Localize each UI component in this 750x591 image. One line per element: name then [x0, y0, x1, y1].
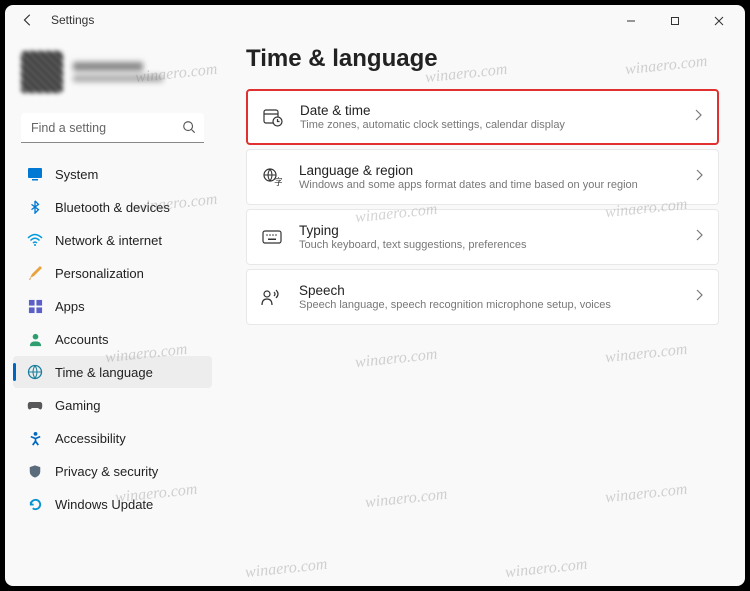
- sidebar-item-gaming[interactable]: Gaming: [13, 389, 212, 421]
- search-input[interactable]: [21, 113, 204, 143]
- sidebar-item-accounts[interactable]: Accounts: [13, 323, 212, 355]
- card-subtitle: Windows and some apps format dates and t…: [299, 179, 694, 191]
- sidebar-item-privacy[interactable]: Privacy & security: [13, 455, 212, 487]
- sidebar-item-network[interactable]: Network & internet: [13, 224, 212, 256]
- sidebar-item-bluetooth[interactable]: Bluetooth & devices: [13, 191, 212, 223]
- card-subtitle: Touch keyboard, text suggestions, prefer…: [299, 239, 694, 251]
- sidebar-item-label: Accounts: [55, 332, 108, 347]
- display-icon: [27, 166, 43, 182]
- calendar-clock-icon: [262, 106, 284, 128]
- main-content: Time & language Date & time Time zones, …: [220, 37, 745, 586]
- maximize-icon: [670, 16, 680, 26]
- chevron-right-icon: [694, 168, 704, 186]
- sidebar-item-label: Time & language: [55, 365, 153, 380]
- sidebar-item-label: Gaming: [55, 398, 101, 413]
- chevron-right-icon: [694, 288, 704, 306]
- card-title: Language & region: [299, 163, 694, 178]
- minimize-button[interactable]: [609, 7, 653, 35]
- wifi-icon: [27, 232, 43, 248]
- sidebar-item-label: Privacy & security: [55, 464, 158, 479]
- nav-list: System Bluetooth & devices Network & int…: [9, 157, 216, 521]
- apps-icon: [27, 298, 43, 314]
- titlebar: [5, 5, 745, 37]
- close-icon: [714, 16, 724, 26]
- svg-text:字: 字: [274, 176, 282, 187]
- card-typing[interactable]: Typing Touch keyboard, text suggestions,…: [246, 209, 719, 265]
- globe-clock-icon: [27, 364, 43, 380]
- sidebar-item-label: Bluetooth & devices: [55, 200, 170, 215]
- paintbrush-icon: [27, 265, 43, 281]
- maximize-button[interactable]: [653, 7, 697, 35]
- card-speech[interactable]: Speech Speech language, speech recogniti…: [246, 269, 719, 325]
- sidebar-item-label: Apps: [55, 299, 85, 314]
- back-button[interactable]: [19, 11, 37, 29]
- profile-block[interactable]: [9, 45, 216, 105]
- keyboard-icon: [261, 226, 283, 248]
- close-button[interactable]: [697, 7, 741, 35]
- accessibility-icon: [27, 430, 43, 446]
- card-title: Date & time: [300, 103, 693, 118]
- arrow-left-icon: [21, 13, 35, 27]
- card-subtitle: Time zones, automatic clock settings, ca…: [300, 119, 693, 131]
- card-date-time[interactable]: Date & time Time zones, automatic clock …: [246, 89, 719, 145]
- sidebar-item-label: Accessibility: [55, 431, 126, 446]
- sidebar-item-time-language[interactable]: Time & language: [13, 356, 212, 388]
- profile-text: [73, 62, 163, 82]
- sidebar: System Bluetooth & devices Network & int…: [5, 37, 220, 586]
- sidebar-item-label: Windows Update: [55, 497, 153, 512]
- page-title: Time & language: [246, 45, 719, 73]
- avatar: [21, 51, 63, 93]
- globe-char-icon: 字: [261, 166, 283, 188]
- speech-icon: [261, 286, 283, 308]
- app-title: Settings: [51, 13, 94, 27]
- sidebar-item-label: Network & internet: [55, 233, 162, 248]
- sidebar-item-windows-update[interactable]: Windows Update: [13, 488, 212, 520]
- chevron-right-icon: [693, 108, 703, 126]
- sidebar-item-accessibility[interactable]: Accessibility: [13, 422, 212, 454]
- card-title: Speech: [299, 283, 694, 298]
- gamepad-icon: [27, 397, 43, 413]
- person-icon: [27, 331, 43, 347]
- search-icon: [182, 120, 196, 139]
- sidebar-item-label: System: [55, 167, 98, 182]
- sidebar-item-system[interactable]: System: [13, 158, 212, 190]
- sidebar-item-apps[interactable]: Apps: [13, 290, 212, 322]
- card-title: Typing: [299, 223, 694, 238]
- minimize-icon: [626, 16, 636, 26]
- card-language-region[interactable]: 字 Language & region Windows and some app…: [246, 149, 719, 205]
- sidebar-item-label: Personalization: [55, 266, 144, 281]
- sidebar-item-personalization[interactable]: Personalization: [13, 257, 212, 289]
- card-subtitle: Speech language, speech recognition micr…: [299, 299, 694, 311]
- bluetooth-icon: [27, 199, 43, 215]
- settings-window: Settings: [5, 5, 745, 586]
- chevron-right-icon: [694, 228, 704, 246]
- shield-icon: [27, 463, 43, 479]
- update-icon: [27, 496, 43, 512]
